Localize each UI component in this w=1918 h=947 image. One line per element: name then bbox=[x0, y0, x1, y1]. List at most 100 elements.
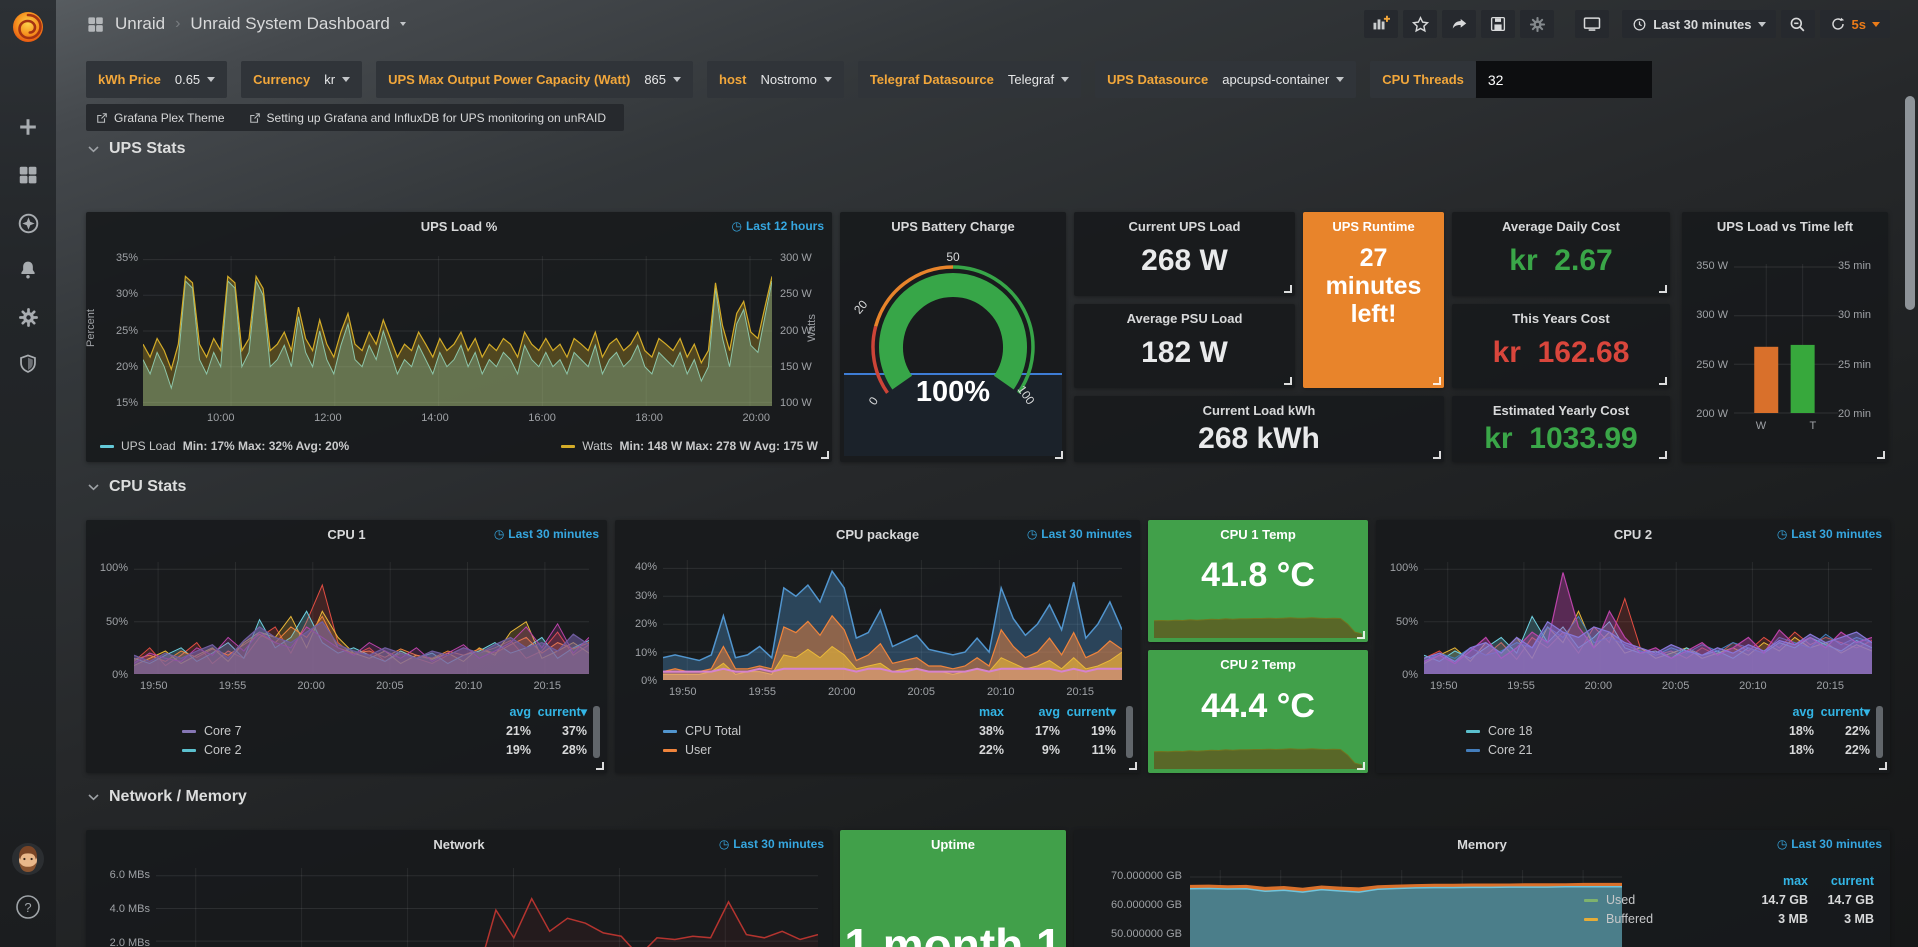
legend-item[interactable]: CPU Total bbox=[663, 724, 948, 738]
tick-label: 30% bbox=[635, 590, 657, 602]
dropdown-caret-icon bbox=[1336, 77, 1344, 82]
legend-sort-header[interactable]: avg bbox=[1004, 705, 1060, 719]
tick-label: 20:10 bbox=[455, 680, 483, 692]
panel-title[interactable]: Current Load kWh bbox=[1114, 403, 1404, 418]
section-ups-stats[interactable]: UPS Stats bbox=[88, 140, 185, 158]
ups-bar-chart bbox=[1734, 264, 1838, 416]
variable-telegraf-datasource: Telegraf DatasourceTelegraf bbox=[858, 61, 1081, 98]
section-network-memory[interactable]: Network / Memory bbox=[88, 788, 247, 806]
create-menu[interactable] bbox=[0, 116, 56, 138]
dashboard-settings-button[interactable] bbox=[1520, 10, 1554, 38]
legend-value: 3 MB bbox=[1742, 912, 1808, 926]
variable-dropdown[interactable]: Currencykr bbox=[241, 61, 362, 98]
tick-label: 16:00 bbox=[528, 412, 556, 424]
zoom-out-button[interactable] bbox=[1781, 10, 1815, 38]
legend-item[interactable]: Core 2 bbox=[182, 743, 475, 757]
configuration-menu[interactable] bbox=[0, 306, 56, 329]
server-admin-menu[interactable] bbox=[0, 353, 56, 375]
panel-title[interactable]: Average PSU Load bbox=[1114, 311, 1255, 326]
legend-value: 22% bbox=[1814, 724, 1870, 738]
monitor-icon bbox=[1582, 14, 1602, 34]
variable-dropdown[interactable]: Telegraf DatasourceTelegraf bbox=[858, 61, 1081, 98]
legend-item[interactable]: Core 18 bbox=[1466, 724, 1758, 738]
panel-title[interactable]: UPS Load % bbox=[126, 219, 792, 234]
panel-this-years-cost: This Years Cost kr 162.68 bbox=[1452, 304, 1670, 388]
panel-cpu2-temp: CPU 2 Temp 44.4 °C bbox=[1148, 650, 1368, 773]
add-panel-icon bbox=[1371, 14, 1391, 34]
time-range-picker[interactable]: Last 30 minutes bbox=[1622, 10, 1775, 38]
shield-icon bbox=[17, 353, 39, 375]
dropdown-caret-icon bbox=[824, 77, 832, 82]
section-cpu-stats[interactable]: CPU Stats bbox=[88, 478, 186, 496]
panel-title[interactable]: Current UPS Load bbox=[1114, 219, 1255, 234]
grafana-logo[interactable] bbox=[0, 7, 56, 47]
legend-scrollbar[interactable] bbox=[1126, 706, 1133, 758]
breadcrumb-page-title[interactable]: Unraid System Dashboard bbox=[190, 14, 389, 34]
legend-swatch bbox=[1584, 918, 1598, 921]
panel-title[interactable]: This Years Cost bbox=[1492, 311, 1630, 326]
panel-cpu-package: CPU package ◷Last 30 minutes 40%30%20%10… bbox=[615, 520, 1140, 773]
alerting-menu[interactable] bbox=[0, 259, 56, 281]
dashboards-menu[interactable] bbox=[0, 164, 56, 186]
legend-sort-header[interactable]: current bbox=[1808, 874, 1874, 888]
page-scrollbar-thumb[interactable] bbox=[1905, 96, 1915, 310]
cycle-view-mode-button[interactable] bbox=[1575, 10, 1609, 38]
variable-input[interactable] bbox=[1476, 61, 1652, 98]
star-dashboard-button[interactable] bbox=[1403, 10, 1437, 38]
legend-item[interactable]: Watts Min: 148 W Max: 278 W Avg: 175 W bbox=[561, 439, 818, 453]
panel-title[interactable]: Average Daily Cost bbox=[1492, 219, 1630, 234]
user-avatar[interactable] bbox=[0, 842, 56, 876]
variable-dropdown[interactable]: hostNostromo bbox=[707, 61, 844, 98]
legend-item[interactable]: User bbox=[663, 743, 948, 757]
tick-label: 60.000000 GB bbox=[1111, 899, 1182, 911]
panel-title[interactable]: UPS Runtime bbox=[1313, 219, 1434, 234]
panel-title[interactable]: Estimated Yearly Cost bbox=[1492, 403, 1630, 418]
legend-item[interactable]: UPS Load Min: 17% Max: 32% Avg: 20% bbox=[100, 439, 349, 453]
panel-title[interactable]: Network bbox=[126, 837, 792, 852]
stat-value: kr 162.68 bbox=[1452, 336, 1670, 370]
add-panel-button[interactable] bbox=[1364, 10, 1398, 38]
refresh-picker[interactable]: 5s bbox=[1820, 10, 1890, 38]
stat-value: 268 kWh bbox=[1074, 422, 1444, 456]
panel-title[interactable]: UPS Load vs Time left bbox=[1688, 219, 1882, 234]
variable-dropdown[interactable]: kWh Price0.65 bbox=[86, 61, 227, 98]
dashboard-link[interactable]: Grafana Plex Theme bbox=[96, 111, 225, 125]
panel-title[interactable]: Uptime bbox=[850, 837, 1056, 852]
legend-scrollbar[interactable] bbox=[1876, 706, 1883, 758]
save-dashboard-button[interactable] bbox=[1481, 10, 1515, 38]
breadcrumb-caret-icon[interactable] bbox=[400, 22, 406, 26]
cpu2-temp-sparkline bbox=[1154, 731, 1362, 769]
variable-dropdown[interactable]: UPS Datasourceapcupsd-container bbox=[1095, 61, 1356, 98]
tick-label: 40% bbox=[635, 561, 657, 573]
explore-menu[interactable] bbox=[0, 212, 56, 235]
panel-ups-runtime: UPS Runtime 27 minutes left! bbox=[1303, 212, 1444, 388]
legend-sort-header[interactable]: current▾ bbox=[531, 704, 587, 719]
panel-title[interactable]: CPU 1 Temp bbox=[1158, 527, 1358, 542]
variable-dropdown[interactable]: UPS Max Output Power Capacity (Watt)865 bbox=[376, 61, 693, 98]
y-axis: 40%30%20%10%0% bbox=[619, 561, 657, 687]
tick-label: 20:05 bbox=[376, 680, 404, 692]
tick-label: 100% bbox=[100, 562, 128, 574]
legend-sort-header[interactable]: max bbox=[1742, 874, 1808, 888]
breadcrumb-app[interactable]: Unraid bbox=[115, 14, 165, 34]
legend-sort-header[interactable]: avg bbox=[475, 705, 531, 719]
dashboard-link[interactable]: Setting up Grafana and InfluxDB for UPS … bbox=[249, 111, 607, 125]
legend-scrollbar[interactable] bbox=[593, 706, 600, 758]
tick-label: 25% bbox=[116, 325, 138, 337]
legend-item[interactable]: Used bbox=[1584, 893, 1742, 907]
legend-sort-header[interactable]: current▾ bbox=[1060, 704, 1116, 719]
legend-item[interactable]: Buffered bbox=[1584, 912, 1742, 926]
legend-item[interactable]: Core 21 bbox=[1466, 743, 1758, 757]
help-menu[interactable]: ? bbox=[0, 894, 56, 920]
legend-sort-header[interactable]: current▾ bbox=[1814, 704, 1870, 719]
panel-title[interactable]: Memory bbox=[1114, 837, 1850, 852]
legend-sort-header[interactable]: avg bbox=[1758, 705, 1814, 719]
external-link-icon bbox=[96, 112, 108, 124]
share-dashboard-button[interactable] bbox=[1442, 10, 1476, 38]
legend-item[interactable]: Core 7 bbox=[182, 724, 475, 738]
panel-title[interactable]: UPS Battery Charge bbox=[880, 219, 1026, 234]
variable-dropdown[interactable]: CPU Threads bbox=[1370, 61, 1476, 98]
legend-value: 22% bbox=[1814, 743, 1870, 757]
panel-title[interactable]: CPU 2 Temp bbox=[1158, 657, 1358, 672]
legend-sort-header[interactable]: max bbox=[948, 705, 1004, 719]
